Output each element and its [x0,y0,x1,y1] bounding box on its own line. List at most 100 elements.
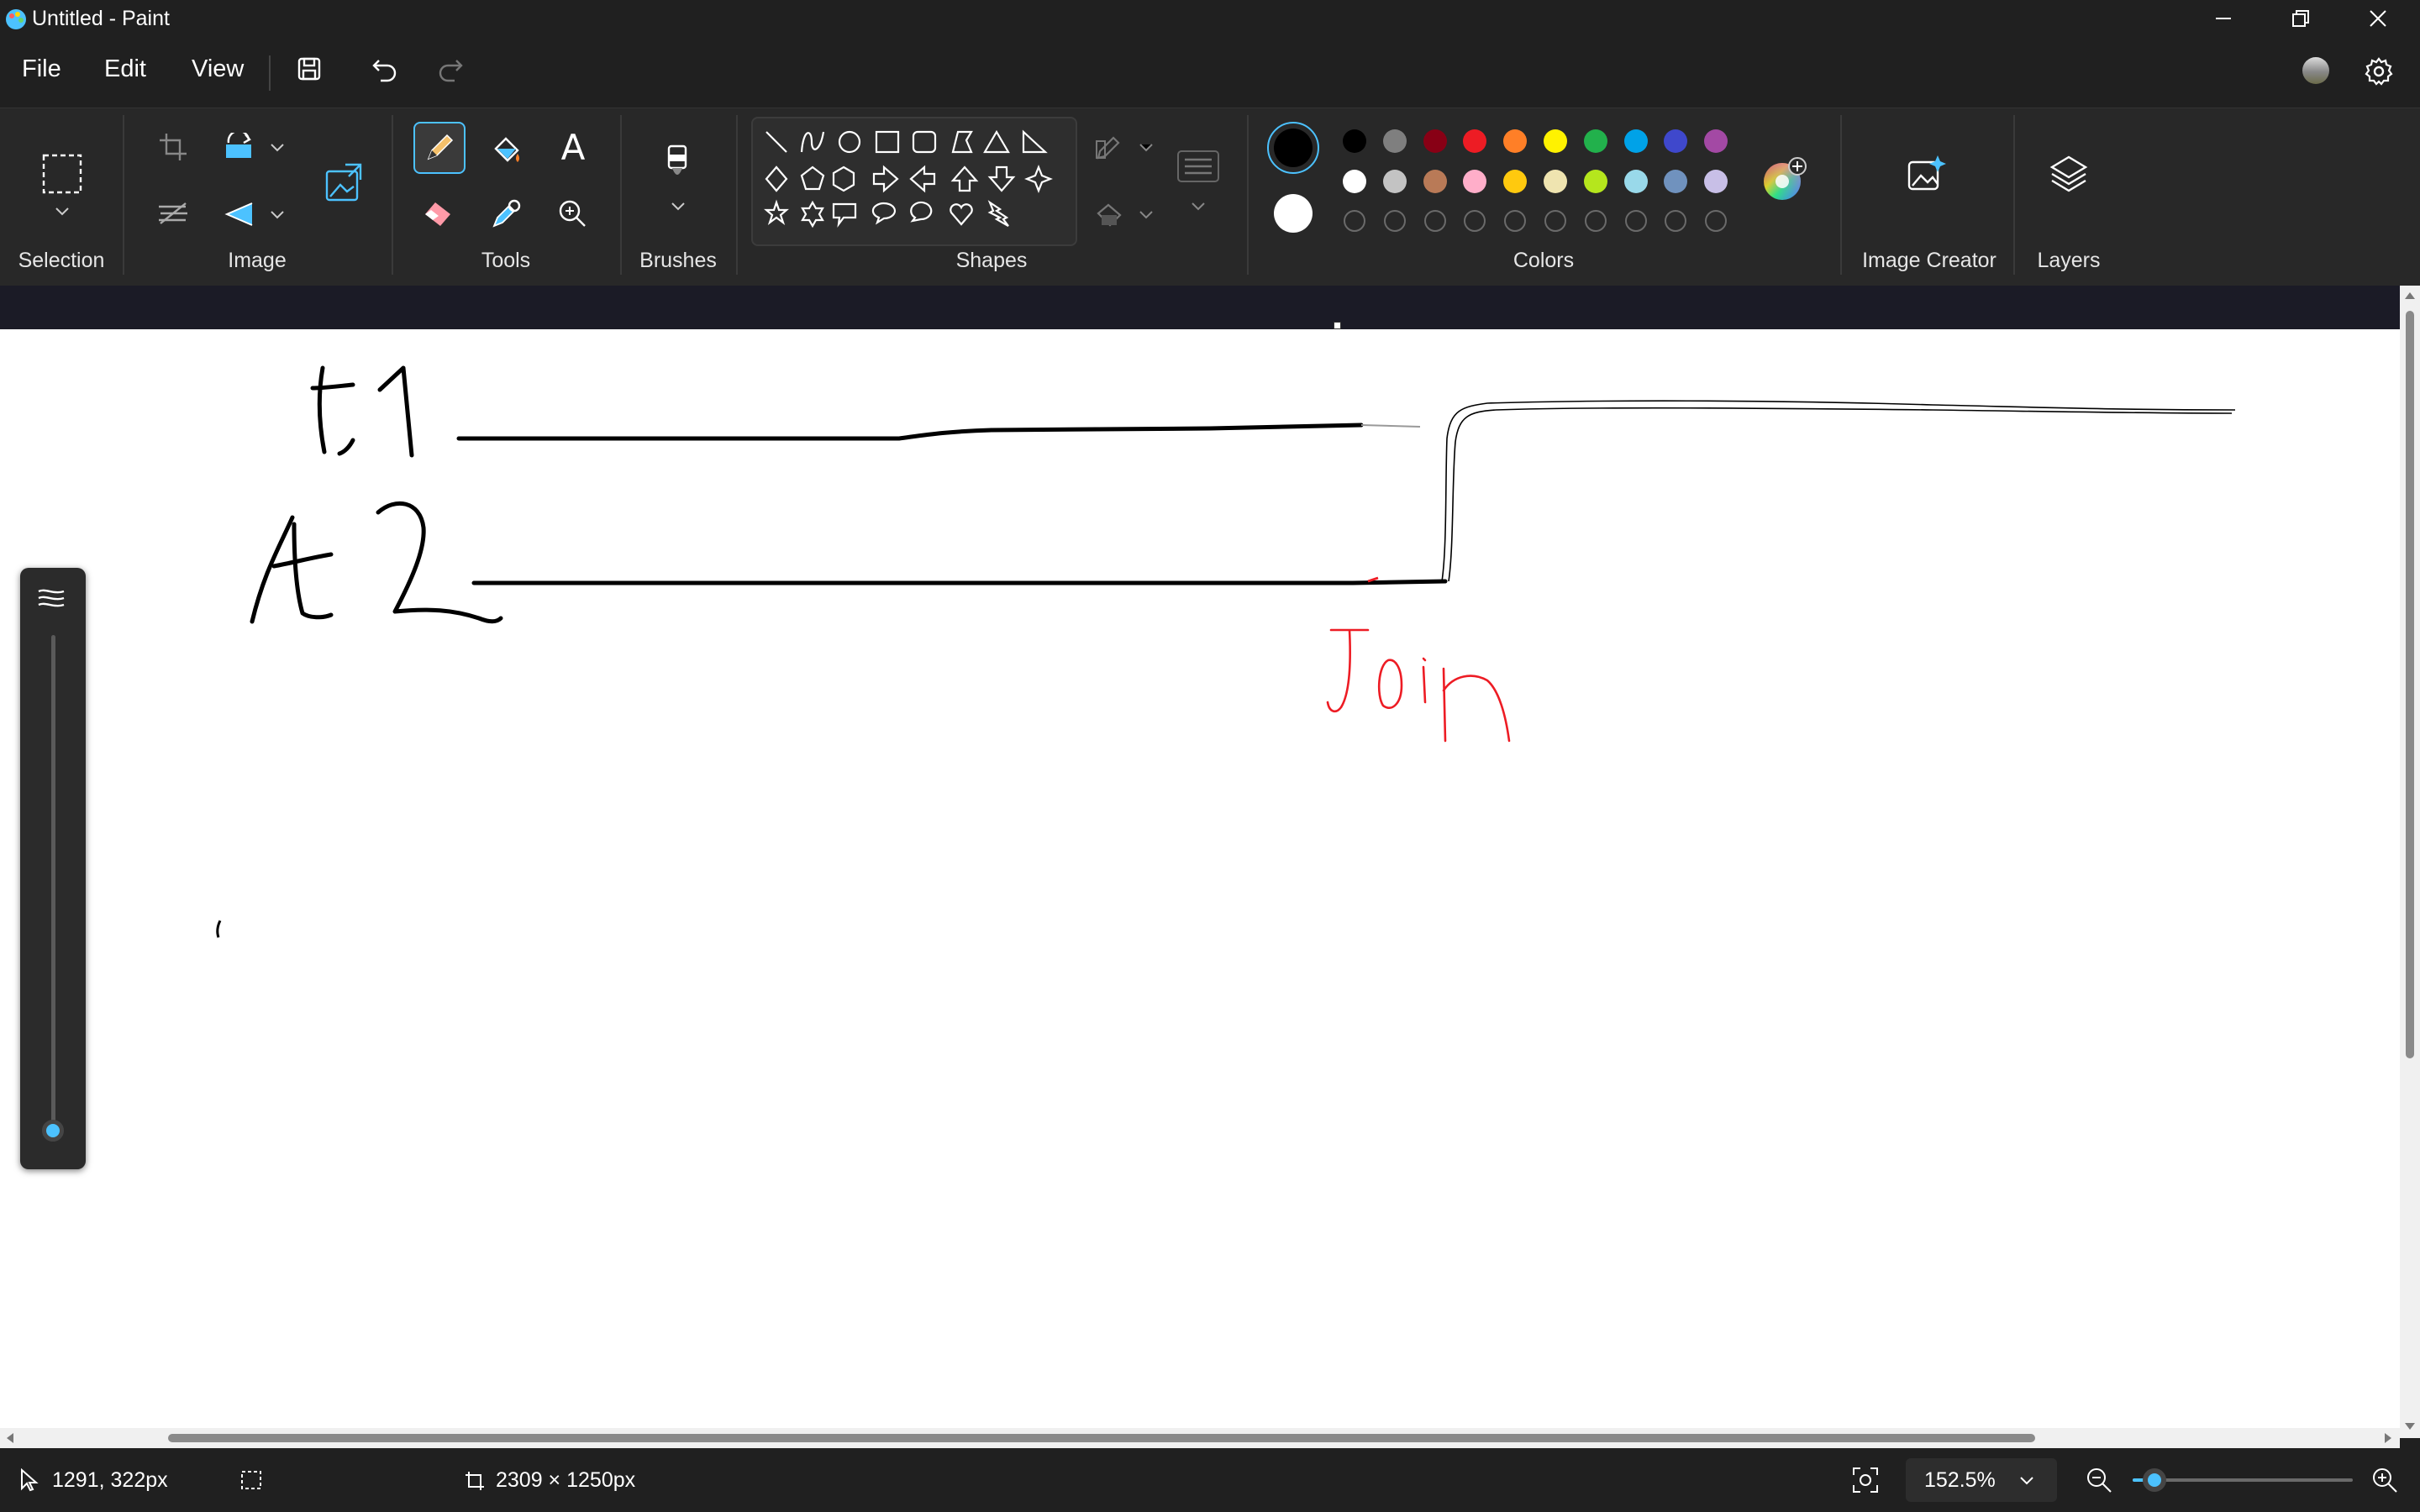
pentagon-shape-icon[interactable] [800,165,825,191]
palette-color-swatch[interactable] [1583,129,1607,153]
palette-color-swatch[interactable] [1343,170,1366,193]
chevron-down-icon[interactable] [1138,209,1155,221]
settings-button[interactable] [2361,54,2396,89]
image-creator-button[interactable] [1901,149,1951,199]
pencil-tool-button[interactable] [413,122,466,174]
eraser-tool-button[interactable] [418,192,460,234]
minimize-button[interactable] [2185,0,2262,37]
primary-color-swatch[interactable] [1274,129,1313,167]
crop-button[interactable] [155,129,192,165]
palette-color-swatch[interactable] [1343,129,1366,153]
menu-view[interactable]: View [192,55,244,83]
custom-color-slot[interactable] [1504,210,1527,232]
right-arrow-shape-icon[interactable] [872,165,899,193]
zoom-out-button[interactable] [2082,1463,2116,1497]
chevron-down-icon[interactable] [54,206,71,218]
line-shape-icon[interactable] [765,131,787,153]
scroll-right-icon[interactable] [2383,1431,2393,1445]
menu-file[interactable]: File [22,55,61,83]
palette-color-swatch[interactable] [1382,170,1407,193]
fit-to-window-button[interactable] [1849,1463,1882,1497]
polygon-shape-icon[interactable] [951,130,973,154]
brush-size-thumb[interactable] [42,1120,64,1142]
palette-color-swatch[interactable] [1423,129,1447,153]
left-arrow-shape-icon[interactable] [909,165,936,193]
palette-color-swatch[interactable] [1704,170,1728,193]
palette-color-swatch[interactable] [1544,129,1567,153]
custom-color-slot[interactable] [1423,210,1446,232]
chevron-down-icon[interactable] [1190,201,1207,213]
cloud-callout-shape-icon[interactable] [910,201,933,223]
vertical-scroll-thumb[interactable] [2406,311,2414,1058]
custom-color-slot[interactable] [1383,210,1406,232]
up-arrow-shape-icon[interactable] [950,165,979,192]
right-triangle-shape-icon[interactable] [1022,129,1048,154]
heart-shape-icon[interactable] [950,203,973,226]
palette-color-swatch[interactable] [1704,129,1728,153]
oval-callout-shape-icon[interactable] [871,202,897,225]
rounded-rectangle-shape-icon[interactable] [912,130,937,154]
stroke-size-button[interactable] [1173,145,1223,187]
horizontal-scrollbar[interactable] [0,1428,2400,1448]
chevron-down-icon[interactable] [269,209,286,221]
palette-color-swatch[interactable] [1382,129,1407,153]
palette-color-swatch[interactable] [1463,170,1487,193]
canvas-resize-handle[interactable] [1334,322,1341,329]
brushes-button[interactable] [654,140,701,191]
drawing-canvas[interactable]: t1 [0,329,2400,1428]
undo-button[interactable] [365,49,405,89]
fill-style-button[interactable] [1089,197,1131,234]
five-point-star-shape-icon[interactable] [764,199,789,225]
zoom-in-button[interactable] [2368,1463,2402,1497]
chevron-down-icon[interactable] [670,201,687,213]
layers-button[interactable] [2044,149,2094,199]
palette-color-swatch[interactable] [1664,170,1688,193]
close-button[interactable] [2339,0,2417,37]
remove-background-button[interactable] [155,196,192,233]
diamond-shape-icon[interactable] [765,165,788,192]
chevron-down-icon[interactable] [1138,142,1155,154]
custom-color-slot[interactable] [1705,210,1728,232]
flip-button[interactable] [220,196,259,233]
palette-color-swatch[interactable] [1583,170,1607,193]
chevron-down-icon[interactable] [269,142,286,154]
custom-color-slot[interactable] [1464,210,1486,232]
selection-tool-button[interactable] [34,145,91,202]
color-picker-button[interactable] [486,192,528,234]
horizontal-scroll-thumb[interactable] [168,1434,2035,1442]
scroll-up-icon[interactable] [2403,291,2417,301]
custom-color-slot[interactable] [1624,210,1647,232]
scroll-left-icon[interactable] [5,1431,15,1445]
vertical-scrollbar[interactable] [2400,286,2420,1438]
palette-color-swatch[interactable] [1544,170,1567,193]
four-point-star-shape-icon[interactable] [1024,165,1053,193]
curve-shape-icon[interactable] [800,131,825,153]
palette-color-swatch[interactable] [1503,170,1528,193]
zoom-slider-track[interactable] [2133,1468,2353,1492]
hexagon-shape-icon[interactable] [832,165,855,192]
zoom-dropdown[interactable]: 152.5% [1906,1458,2057,1502]
redo-button[interactable] [430,49,471,89]
palette-color-swatch[interactable] [1664,129,1688,153]
triangle-shape-icon[interactable] [983,129,1010,154]
palette-color-swatch[interactable] [1423,170,1447,193]
zoom-slider-thumb[interactable] [2143,1468,2167,1492]
scroll-down-icon[interactable] [2403,1421,2417,1431]
six-point-star-shape-icon[interactable] [801,200,824,228]
palette-color-swatch[interactable] [1623,129,1648,153]
rotate-button[interactable] [220,129,259,165]
brush-size-track[interactable] [51,635,55,1131]
custom-color-slot[interactable] [1584,210,1607,232]
rectangle-shape-icon[interactable] [875,130,900,154]
fill-tool-button[interactable] [486,129,528,171]
custom-color-slot[interactable] [1665,210,1687,232]
text-tool-button[interactable]: A [551,125,595,169]
custom-color-slot[interactable] [1544,210,1566,232]
palette-color-swatch[interactable] [1623,170,1648,193]
menu-edit[interactable]: Edit [104,55,146,83]
edit-colors-button[interactable] [1761,155,1808,202]
restore-button[interactable] [2262,0,2339,37]
outline-button[interactable] [1089,130,1131,167]
custom-color-slot[interactable] [1344,210,1365,232]
rectangular-callout-shape-icon[interactable] [832,202,857,228]
